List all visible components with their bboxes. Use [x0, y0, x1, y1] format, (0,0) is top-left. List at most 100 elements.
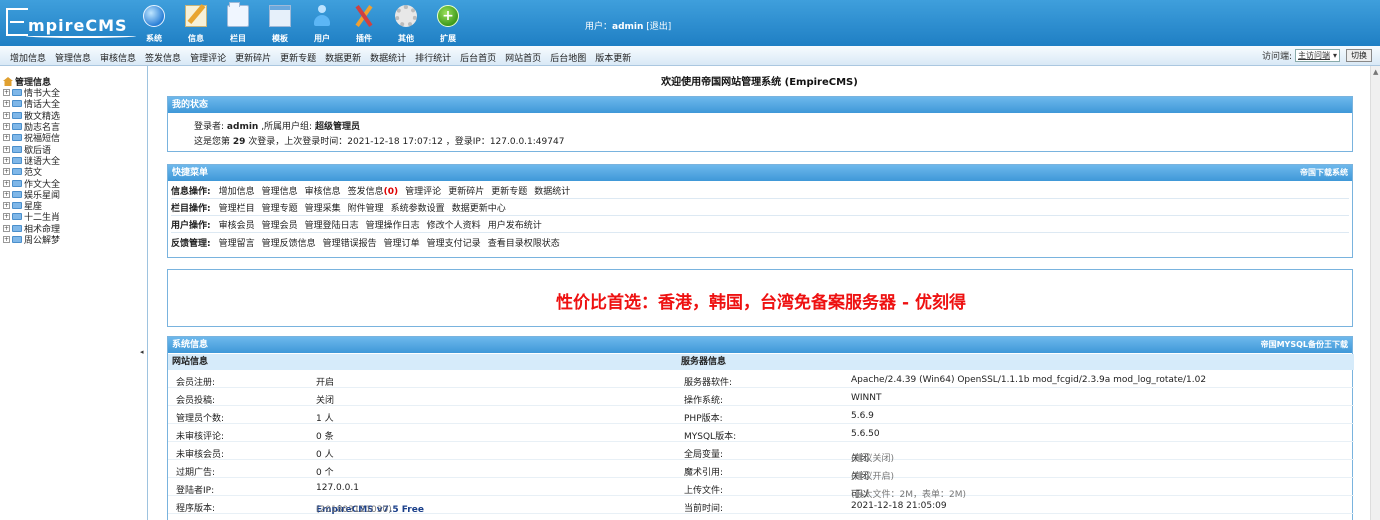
quick-link[interactable]: 更新碎片 — [448, 184, 484, 197]
quick-link[interactable]: 管理操作日志 — [366, 218, 420, 231]
quick-link[interactable]: 管理栏目 — [219, 201, 255, 214]
quick-link[interactable]: 查看目录权限状态 — [488, 236, 560, 249]
quick-link[interactable]: 管理错误报告 — [323, 236, 377, 249]
info-value: WINNT — [851, 393, 882, 403]
quick-link[interactable]: 审核会员 — [219, 218, 255, 231]
scroll-up-icon[interactable]: ▲ — [1373, 68, 1378, 76]
info-value: 5.6.50 — [851, 429, 880, 439]
folder-icon — [12, 202, 22, 210]
expand-icon[interactable]: + — [3, 111, 10, 119]
quick-link[interactable]: 管理专题 — [262, 201, 298, 214]
quick-link[interactable]: 更新专题 — [491, 184, 527, 197]
expand-icon[interactable]: + — [3, 123, 10, 131]
system-info-panel: 系统信息 帝国MYSQL备份王下载 网站信息 服务器信息 会员注册: 开启 服务… — [167, 336, 1354, 520]
quick-link[interactable]: 管理订单 — [384, 236, 420, 249]
toolbar-update-topics[interactable]: 更新专题 — [280, 51, 316, 64]
sidebar-collapse-icon[interactable]: ◂ — [140, 348, 144, 356]
quick-link[interactable]: 数据更新中心 — [452, 201, 506, 214]
nav-column[interactable]: 栏目 — [219, 2, 257, 45]
expand-icon[interactable]: + — [3, 89, 10, 97]
visit-label: 访问端: — [1261, 52, 1292, 62]
nav-extend[interactable]: 扩展 — [429, 3, 467, 45]
mysql-backup-link[interactable]: 帝国MYSQL备份王下载 — [1261, 337, 1348, 353]
switch-button[interactable]: 切换 — [1346, 49, 1372, 62]
nav-label: 插件 — [356, 34, 372, 43]
toolbar-admin-map[interactable]: 后台地图 — [550, 51, 586, 64]
quick-link[interactable]: 系统参数设置 — [391, 201, 445, 214]
expand-icon[interactable]: + — [3, 202, 10, 210]
main-scrollbar[interactable]: ▲ — [1370, 66, 1380, 520]
toolbar-rank-stats[interactable]: 排行统计 — [415, 51, 451, 64]
toolbar-manage-info[interactable]: 管理信息 — [55, 51, 91, 64]
login-count-line: 这是您第 29 次登录，上次登录时间：2021-12-18 17:07:12 ，… — [194, 134, 564, 147]
info-value: 开启 — [316, 378, 335, 388]
toolbar-manage-comments[interactable]: 管理评论 — [190, 51, 226, 64]
logo-swoosh — [26, 34, 136, 38]
system-info-header: 系统信息 帝国MYSQL备份王下载 — [168, 337, 1352, 353]
info-key: 管理员个数: — [176, 414, 225, 424]
info-key: PHP版本: — [684, 414, 723, 424]
expand-icon[interactable]: + — [3, 156, 10, 164]
expand-icon[interactable]: + — [3, 145, 10, 153]
expand-icon[interactable]: + — [3, 224, 10, 232]
empirecms-logo[interactable]: mpireCMS — [6, 8, 136, 38]
nav-plugin[interactable]: 插件 — [345, 3, 383, 45]
quick-link[interactable]: 管理会员 — [262, 218, 298, 231]
quick-link[interactable]: 管理采集 — [305, 201, 341, 214]
nav-info[interactable]: 信息 — [177, 3, 215, 45]
toolbar-version-update[interactable]: 版本更新 — [595, 51, 631, 64]
nav-user[interactable]: 用户 — [303, 3, 341, 45]
nav-label: 用户 — [314, 34, 330, 43]
row-heading: 栏目操作: — [171, 204, 211, 214]
quick-link[interactable]: 数据统计 — [534, 184, 570, 197]
quick-link[interactable]: 修改个人资料 — [427, 218, 481, 231]
feedback-row: 反馈管理: 管理留言 管理反馈信息 管理错误报告 管理订单 管理支付记录 查看目… — [171, 234, 1349, 250]
expand-icon[interactable]: + — [3, 236, 10, 243]
download-system-link[interactable]: 帝国下载系统 — [1300, 165, 1348, 181]
quick-link[interactable]: 管理评论 — [405, 184, 441, 197]
nav-template[interactable]: 模板 — [261, 3, 299, 45]
quick-link[interactable]: 审核信息 — [305, 184, 341, 197]
toolbar-data-stats[interactable]: 数据统计 — [370, 51, 406, 64]
toolbar-data-update[interactable]: 数据更新 — [325, 51, 361, 64]
toolbar-review-info[interactable]: 审核信息 — [100, 51, 136, 64]
quick-link[interactable]: 签发信息(0) — [348, 184, 399, 197]
toolbar-admin-home[interactable]: 后台首页 — [460, 51, 496, 64]
expand-icon[interactable]: + — [3, 213, 10, 221]
nav-system[interactable]: 系统 — [135, 3, 173, 45]
quick-link[interactable]: 增加信息 — [219, 184, 255, 197]
logout-link[interactable]: [退出] — [646, 22, 671, 32]
toolbar-site-home[interactable]: 网站首页 — [505, 51, 541, 64]
info-value: 127.0.0.1 — [316, 483, 359, 493]
info-key: 程序版本: — [176, 504, 216, 514]
window-icon — [269, 5, 291, 27]
quick-link[interactable]: 管理信息 — [262, 184, 298, 197]
quick-link[interactable]: 管理反馈信息 — [262, 236, 316, 249]
expand-icon[interactable]: + — [3, 168, 10, 176]
quick-link[interactable]: 管理留言 — [219, 236, 255, 249]
expand-icon[interactable]: + — [3, 100, 10, 108]
last-login-info: 次登录，上次登录时间：2021-12-18 17:07:12 ，登录IP：127… — [248, 137, 565, 147]
visit-select[interactable]: 主访问端 ▾ — [1294, 49, 1340, 62]
toolbar-sign-info[interactable]: 签发信息 — [145, 51, 181, 64]
nav-other[interactable]: 其他 — [387, 3, 425, 45]
info-key: MYSQL版本: — [684, 432, 737, 442]
ad-link[interactable]: 性价比首选：香港，韩国，台湾免备案服务器 - 优刻得 — [168, 288, 1354, 313]
tree-node[interactable]: + 周公解梦 — [3, 234, 60, 246]
expand-icon[interactable]: + — [3, 134, 10, 142]
quick-link[interactable]: 附件管理 — [348, 201, 384, 214]
quick-link[interactable]: 用户发布统计 — [488, 218, 542, 231]
expand-icon[interactable]: + — [3, 179, 10, 187]
info-row: 登陆者IP: 127.0.0.1 上传文件: 可以 (最大文件：2M，表单：2M… — [168, 479, 1354, 500]
info-ops-row: 信息操作: 增加信息 管理信息 审核信息 签发信息(0) 管理评论 更新碎片 更… — [171, 183, 1349, 199]
info-value: 1 人 — [316, 414, 334, 424]
pending-count-badge: (0) — [383, 187, 399, 197]
quick-link[interactable]: 管理支付记录 — [427, 236, 481, 249]
main-content: 欢迎使用帝国网站管理系统 (EmpireCMS) 我的状态 登录者: admin… — [149, 66, 1370, 520]
my-status-title: 我的状态 — [172, 100, 209, 110]
toolbar-add-info[interactable]: 增加信息 — [10, 51, 46, 64]
info-key: 登陆者IP: — [176, 486, 215, 496]
quick-link[interactable]: 管理登陆日志 — [305, 218, 359, 231]
expand-icon[interactable]: + — [3, 190, 10, 198]
toolbar-update-fragments[interactable]: 更新碎片 — [235, 51, 271, 64]
